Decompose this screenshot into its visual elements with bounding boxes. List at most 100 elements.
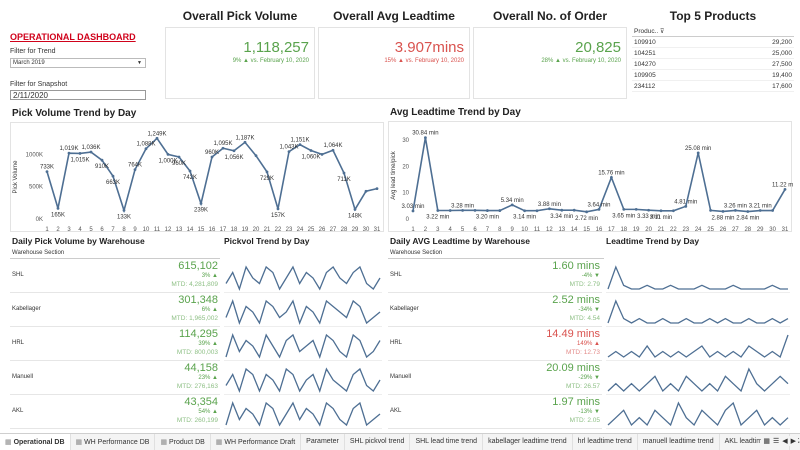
data-point[interactable] bbox=[672, 209, 675, 213]
grid-view-icon[interactable]: ▦ bbox=[763, 437, 770, 445]
data-point[interactable] bbox=[721, 210, 725, 213]
row-divider bbox=[388, 326, 602, 327]
data-label: 1,015K bbox=[70, 157, 89, 163]
data-point[interactable] bbox=[448, 209, 452, 212]
data-point[interactable] bbox=[684, 204, 688, 208]
x-tick-label: 11 bbox=[154, 227, 161, 233]
tab-3[interactable]: ▦ WH Performance Draft bbox=[211, 434, 302, 450]
tab-9[interactable]: manuell leadtime trend bbox=[638, 434, 720, 450]
data-label: 3.26 min bbox=[724, 203, 747, 209]
data-point[interactable] bbox=[647, 208, 650, 212]
table-header: Warehouse Section bbox=[12, 250, 65, 256]
data-point[interactable] bbox=[548, 207, 551, 211]
data-point[interactable] bbox=[199, 202, 203, 205]
x-tick-label: 21 bbox=[658, 227, 665, 233]
tab-0[interactable]: ▦ Operational DB bbox=[0, 434, 71, 450]
data-point[interactable] bbox=[188, 169, 192, 173]
x-tick-label: 12 bbox=[165, 227, 172, 233]
list-view-icon[interactable]: ☰ bbox=[773, 437, 779, 445]
row-value: 20.09 mins bbox=[546, 362, 600, 374]
data-point[interactable] bbox=[535, 209, 539, 213]
data-point[interactable] bbox=[436, 209, 440, 212]
data-point[interactable] bbox=[696, 151, 700, 155]
data-point[interactable] bbox=[498, 209, 502, 212]
tab-8[interactable]: hrl leadtime trend bbox=[573, 434, 638, 450]
data-point[interactable] bbox=[597, 208, 601, 211]
sparkline-path bbox=[607, 401, 789, 427]
data-point[interactable] bbox=[353, 208, 357, 211]
data-point[interactable] bbox=[331, 148, 335, 152]
data-point[interactable] bbox=[411, 209, 415, 213]
prev-tab-icon[interactable]: ◀ bbox=[782, 437, 787, 445]
data-point[interactable] bbox=[320, 152, 324, 156]
data-point[interactable] bbox=[221, 146, 225, 150]
data-point[interactable] bbox=[100, 158, 104, 162]
next-tab-icon[interactable]: ▶ bbox=[791, 437, 796, 445]
data-point[interactable] bbox=[771, 209, 774, 212]
data-point[interactable] bbox=[56, 206, 60, 210]
data-point[interactable] bbox=[375, 187, 379, 191]
data-point[interactable] bbox=[659, 209, 663, 213]
data-point[interactable] bbox=[342, 171, 346, 175]
tab-7[interactable]: kabellager leadtime trend bbox=[483, 434, 573, 450]
data-point[interactable] bbox=[734, 209, 737, 212]
data-point[interactable] bbox=[709, 209, 712, 212]
tab-4[interactable]: Parameter bbox=[301, 434, 345, 450]
data-point[interactable] bbox=[155, 136, 159, 140]
data-point[interactable] bbox=[265, 170, 269, 174]
data-point[interactable] bbox=[746, 210, 750, 213]
trend-filter-select[interactable]: March 2019 ▼ bbox=[10, 58, 146, 68]
data-point[interactable] bbox=[758, 209, 762, 212]
kpi-change: 9% ▲ vs. February 10, 2020 bbox=[232, 58, 309, 64]
data-point[interactable] bbox=[486, 209, 489, 212]
filter-icon[interactable]: ⊽ bbox=[660, 29, 664, 35]
data-point[interactable] bbox=[111, 174, 115, 178]
data-point[interactable] bbox=[78, 152, 82, 155]
data-point[interactable] bbox=[560, 208, 564, 212]
row-divider bbox=[10, 394, 220, 395]
data-point[interactable] bbox=[177, 155, 181, 159]
data-point[interactable] bbox=[585, 210, 588, 214]
y-tick-label: 500K bbox=[29, 185, 43, 191]
data-point[interactable] bbox=[622, 207, 626, 211]
data-point[interactable] bbox=[424, 136, 427, 140]
sparkline bbox=[225, 299, 381, 325]
data-point[interactable] bbox=[523, 209, 526, 213]
data-point[interactable] bbox=[461, 208, 464, 212]
pick-volume-chart: Pick Volume 0K 500K 1000K 1 733K 2 165K 3 1,019K 4… bbox=[10, 122, 384, 233]
data-point[interactable] bbox=[89, 150, 93, 154]
data-point[interactable] bbox=[783, 188, 787, 191]
data-point[interactable] bbox=[67, 151, 71, 155]
x-tick-label: 25 bbox=[308, 227, 315, 233]
kpi-change: 15% ▲ vs. February 10, 2020 bbox=[384, 58, 464, 64]
data-point[interactable] bbox=[634, 207, 638, 211]
data-point[interactable] bbox=[133, 168, 137, 172]
row-value: 301,348 bbox=[178, 294, 218, 306]
tab-2[interactable]: ▦ Product DB bbox=[155, 434, 211, 450]
data-point[interactable] bbox=[243, 140, 247, 144]
top5-product: 109910 bbox=[634, 39, 656, 46]
x-tick-label: 30 bbox=[363, 227, 370, 233]
data-point[interactable] bbox=[276, 207, 280, 211]
tab-1[interactable]: ▦ WH Performance DB bbox=[71, 434, 156, 450]
data-point[interactable] bbox=[166, 152, 170, 156]
tab-6[interactable]: SHL lead time trend bbox=[410, 434, 484, 450]
data-point[interactable] bbox=[510, 203, 514, 207]
data-point[interactable] bbox=[122, 209, 126, 212]
data-point[interactable] bbox=[309, 149, 313, 152]
data-point[interactable] bbox=[364, 189, 368, 193]
data-point[interactable] bbox=[610, 176, 613, 179]
data-point[interactable] bbox=[45, 170, 49, 174]
top5-col-product[interactable]: Produc.. bbox=[634, 28, 658, 35]
tab-5[interactable]: SHL pickvol trend bbox=[345, 434, 411, 450]
data-point[interactable] bbox=[254, 154, 258, 158]
x-tick-label: 13 bbox=[558, 227, 565, 233]
data-point[interactable] bbox=[572, 208, 576, 212]
data-point[interactable] bbox=[210, 155, 214, 159]
data-point[interactable] bbox=[144, 147, 148, 151]
data-point[interactable] bbox=[287, 150, 291, 154]
data-point[interactable] bbox=[232, 149, 236, 153]
snapshot-date-input[interactable]: 2/11/2020 bbox=[10, 90, 146, 100]
data-point[interactable] bbox=[473, 208, 477, 212]
data-point[interactable] bbox=[298, 143, 302, 147]
